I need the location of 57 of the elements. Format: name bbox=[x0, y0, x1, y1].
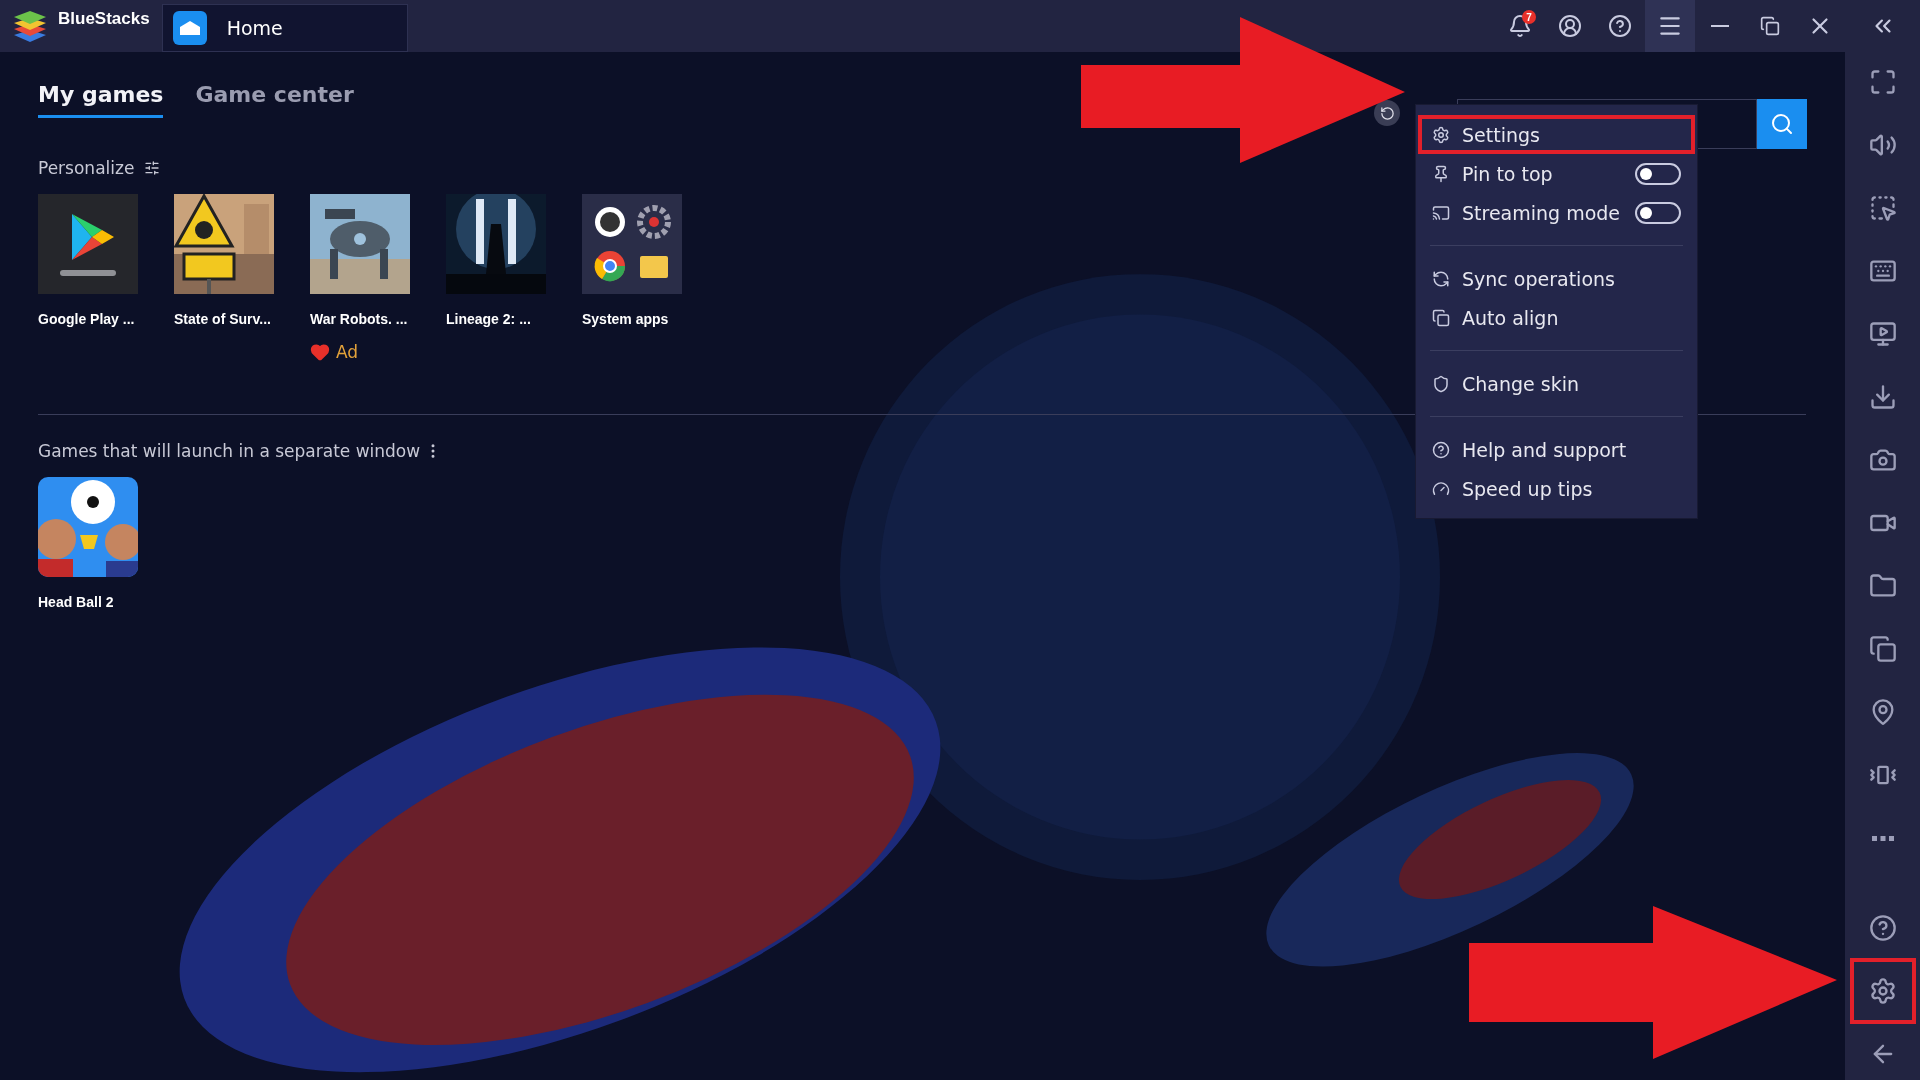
sliders-icon[interactable] bbox=[144, 160, 161, 176]
pin-icon bbox=[1432, 164, 1450, 183]
minimize-icon bbox=[1711, 25, 1729, 27]
ad-label: Ad bbox=[336, 342, 359, 362]
download-icon bbox=[1868, 383, 1897, 411]
game-name: Head Ball 2 bbox=[38, 593, 115, 611]
menu-item[interactable]: Sync operations bbox=[1418, 259, 1695, 298]
system-apps-icon[interactable] bbox=[582, 194, 682, 294]
settings-button[interactable] bbox=[1849, 958, 1916, 1024]
logo-icon bbox=[12, 8, 48, 44]
menu-button[interactable] bbox=[1645, 0, 1695, 52]
toggle-switch[interactable] bbox=[1635, 201, 1681, 224]
heart-icon bbox=[310, 342, 330, 362]
notification-button[interactable]: 7 bbox=[1495, 0, 1545, 52]
game-name: War Robots. ... bbox=[310, 310, 409, 328]
menu-item[interactable]: Speed up tips bbox=[1418, 469, 1695, 508]
help-icon bbox=[1432, 440, 1450, 459]
gauge-icon bbox=[1432, 479, 1450, 498]
settings-icon bbox=[1868, 977, 1897, 1005]
cast-icon bbox=[1432, 203, 1450, 222]
menu-item[interactable]: Pin to top bbox=[1418, 154, 1695, 193]
tab[interactable]: Game center bbox=[195, 82, 354, 118]
restore-icon bbox=[1760, 16, 1780, 36]
game-name: System apps bbox=[582, 310, 670, 328]
search-icon bbox=[1770, 112, 1794, 136]
help-icon bbox=[1868, 914, 1897, 942]
tab[interactable]: My games bbox=[38, 82, 164, 118]
menu-item[interactable]: Settings bbox=[1418, 115, 1695, 154]
refresh-icon bbox=[1379, 105, 1395, 121]
windows-icon bbox=[1432, 308, 1450, 327]
menu-item[interactable]: Change skin bbox=[1418, 364, 1695, 403]
settings-icon bbox=[1432, 125, 1450, 144]
menu-item[interactable]: Help and support bbox=[1418, 430, 1695, 469]
search-button[interactable] bbox=[1757, 99, 1807, 149]
sync-icon bbox=[1432, 269, 1450, 288]
bell-icon bbox=[1508, 14, 1532, 38]
help-icon bbox=[1608, 14, 1632, 38]
user-icon bbox=[1558, 14, 1582, 38]
game-name: State of Surv... bbox=[174, 310, 272, 328]
game-name: Google Play ... bbox=[38, 310, 136, 328]
media-icon bbox=[1868, 320, 1897, 348]
windows-icon bbox=[1868, 635, 1897, 663]
personalize-label: Personalize bbox=[38, 158, 135, 178]
fullscreen-icon bbox=[1868, 68, 1897, 96]
section-heading: Games that will launch in a separate window bbox=[38, 441, 421, 461]
home-tab[interactable]: Home bbox=[161, 4, 408, 52]
folder-icon bbox=[1868, 572, 1897, 600]
app-name: BlueStacks bbox=[58, 9, 150, 29]
game-name: Lineage 2: ... bbox=[446, 310, 532, 328]
menu-item[interactable]: Auto align bbox=[1418, 298, 1695, 337]
toggle-switch[interactable] bbox=[1635, 162, 1681, 185]
shield-icon bbox=[1432, 374, 1450, 393]
home-icon bbox=[172, 11, 207, 45]
notification-count: 7 bbox=[1522, 10, 1536, 24]
pointer-icon bbox=[1868, 194, 1897, 222]
more-icon bbox=[1871, 835, 1894, 841]
menu-item[interactable]: Streaming mode bbox=[1418, 193, 1695, 232]
